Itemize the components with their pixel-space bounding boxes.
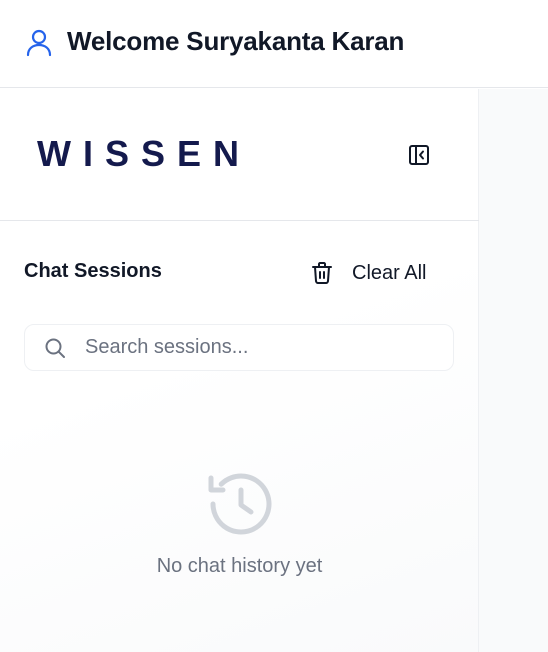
collapse-sidebar-button[interactable] [404,140,434,170]
search-icon [45,338,65,358]
search-sessions-box [24,324,454,371]
empty-history-text: No chat history yet [156,555,323,577]
chat-sessions-heading: Chat Sessions [24,260,162,282]
trash-icon [312,262,332,284]
brand-logo: WISSEN [37,133,252,174]
sidebar-logo-row: WISSEN [0,89,479,221]
clear-all-button[interactable]: Clear All [310,258,426,288]
history-icon [208,473,272,535]
clear-all-label: Clear All [352,261,427,284]
panel-collapse-icon [409,145,429,165]
main-content-area [479,89,548,652]
chat-sidebar: WISSEN Chat Sessions Clear All Search se… [0,89,479,652]
user-icon [26,29,52,57]
welcome-title: Welcome Suryakanta Karan [67,26,405,56]
top-header: Welcome Suryakanta Karan [0,0,548,88]
search-sessions-input[interactable] [85,325,445,370]
